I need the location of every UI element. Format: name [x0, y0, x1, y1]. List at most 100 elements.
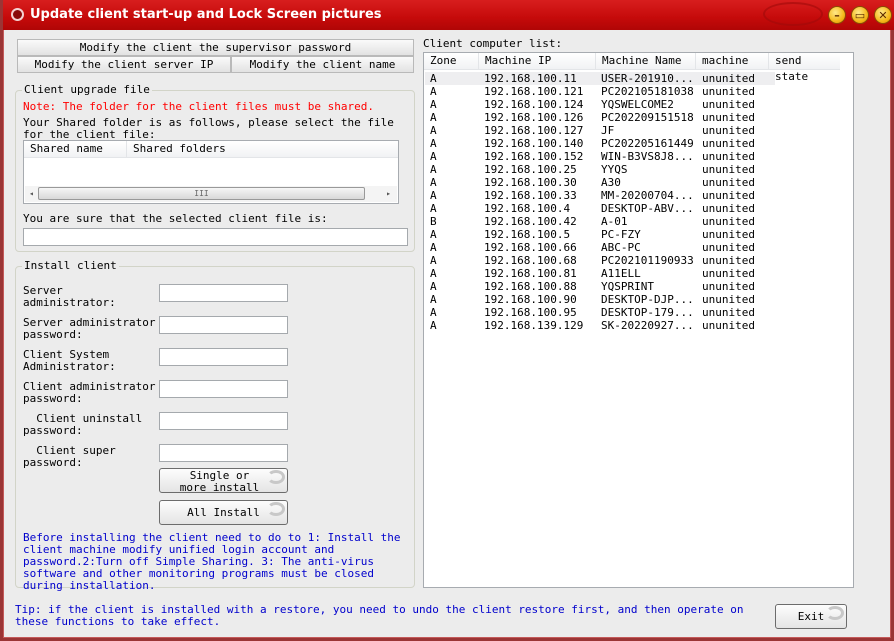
all-install-label: All Install: [187, 506, 260, 519]
tab-modify-client-name[interactable]: Modify the client name: [231, 56, 414, 73]
client-list-row[interactable]: A 192.168.100.81 A11ELL ununited: [425, 267, 775, 280]
cell-machine-ip: 192.168.100.126: [484, 111, 584, 124]
cell-machine-ip: 192.168.100.5: [484, 228, 571, 241]
server-admin-input[interactable]: [159, 284, 288, 302]
cell-machine-ip: 192.168.100.127: [484, 124, 584, 137]
client-super-password-input[interactable]: [159, 444, 288, 462]
cell-zone: A: [430, 176, 437, 189]
client-list-row[interactable]: A 192.168.139.129 SK-20220927... ununited: [425, 319, 775, 332]
column-machine-name[interactable]: Machine Name: [596, 53, 696, 70]
cell-machine-ip: 192.168.100.68: [484, 254, 577, 267]
close-button[interactable]: ✕: [874, 6, 892, 24]
cell-machine-ip: 192.168.100.66: [484, 241, 577, 254]
scroll-right-icon[interactable]: ▸: [386, 189, 391, 198]
client-admin-password-label: Client administrator password:: [23, 380, 156, 405]
maximize-button[interactable]: ▭: [851, 6, 869, 24]
column-shared-folders[interactable]: Shared folders: [127, 141, 398, 158]
client-list-label: Client computer list:: [423, 37, 563, 50]
cell-machine-ip: 192.168.100.42: [484, 215, 577, 228]
cell-zone: A: [430, 319, 437, 332]
client-list-row[interactable]: A 192.168.100.30 A30 ununited: [425, 176, 775, 189]
column-zone[interactable]: Zone: [424, 53, 479, 70]
client-list-row[interactable]: A 192.168.100.11 USER-201910... ununited: [425, 72, 775, 85]
cell-machine-name: PC202101190933: [601, 254, 694, 267]
exit-button[interactable]: Exit: [775, 604, 847, 629]
client-list-row[interactable]: A 192.168.100.66 ABC-PC ununited: [425, 241, 775, 254]
shared-folder-instruction: Your Shared folder is as follows, please…: [23, 116, 394, 141]
cell-zone: A: [430, 189, 437, 202]
shared-folders-hscrollbar[interactable]: ◂ III ▸: [25, 186, 397, 202]
client-list-header: Zone Machine IP Machine Name machine st …: [424, 53, 840, 83]
client-list-row[interactable]: B 192.168.100.42 A-01 ununited: [425, 215, 775, 228]
cell-machine-state: ununited: [702, 319, 755, 332]
scroll-left-icon[interactable]: ◂: [29, 189, 34, 198]
client-list-row[interactable]: A 192.168.100.88 YQSPRINT ununited: [425, 280, 775, 293]
minimize-button[interactable]: –: [828, 6, 846, 24]
cell-machine-state: ununited: [702, 111, 755, 124]
title-bar[interactable]: Update client start-up and Lock Screen p…: [3, 0, 894, 30]
tab-modify-server-ip[interactable]: Modify the client server IP: [17, 56, 231, 73]
client-list-row[interactable]: A 192.168.100.5 PC-FZY ununited: [425, 228, 775, 241]
cell-machine-state: ununited: [702, 176, 755, 189]
column-shared-name[interactable]: Shared name: [24, 141, 127, 158]
button-swirl-icon: [826, 606, 844, 620]
server-admin-password-label: Server administrator password:: [23, 316, 156, 341]
client-list-row[interactable]: A 192.168.100.124 YQSWELCOME2 ununited: [425, 98, 775, 111]
cell-zone: A: [430, 72, 437, 85]
client-system-admin-input[interactable]: [159, 348, 288, 366]
close-icon: ✕: [878, 8, 888, 22]
column-machine-ip[interactable]: Machine IP: [479, 53, 596, 70]
cell-machine-name: A-01: [601, 215, 628, 228]
cell-zone: B: [430, 215, 437, 228]
cell-machine-state: ununited: [702, 215, 755, 228]
server-admin-password-input[interactable]: [159, 316, 288, 334]
cell-machine-name: MM-20200704...: [601, 189, 694, 202]
cell-machine-name: ABC-PC: [601, 241, 641, 254]
cell-machine-state: ununited: [702, 241, 755, 254]
main-window: Update client start-up and Lock Screen p…: [0, 0, 894, 641]
scroll-thumb[interactable]: III: [38, 187, 365, 200]
cell-machine-ip: 192.168.139.129: [484, 319, 584, 332]
client-computer-list[interactable]: Zone Machine IP Machine Name machine st …: [423, 52, 854, 588]
client-list-row[interactable]: A 192.168.100.127 JF ununited: [425, 124, 775, 137]
cell-machine-name: A11ELL: [601, 267, 641, 280]
client-admin-password-input[interactable]: [159, 380, 288, 398]
shared-folders-list[interactable]: Shared name Shared folders ◂ III ▸: [23, 140, 399, 204]
column-machine-state[interactable]: machine st: [696, 53, 769, 83]
client-list-row[interactable]: A 192.168.100.68 PC202101190933 ununited: [425, 254, 775, 267]
cell-zone: A: [430, 280, 437, 293]
client-uninstall-password-label: Client uninstall password:: [23, 412, 149, 437]
cell-machine-state: ununited: [702, 163, 755, 176]
tab-modify-supervisor-password[interactable]: Modify the client the supervisor passwor…: [17, 39, 414, 56]
client-list-row[interactable]: A 192.168.100.121 PC202105181038 ununited: [425, 85, 775, 98]
client-list-row[interactable]: A 192.168.100.33 MM-20200704... ununited: [425, 189, 775, 202]
shared-folder-note: Note: The folder for the client files mu…: [23, 100, 374, 113]
client-uninstall-password-input[interactable]: [159, 412, 288, 430]
cell-machine-state: ununited: [702, 202, 755, 215]
all-install-button[interactable]: All Install: [159, 500, 288, 525]
client-list-row[interactable]: A 192.168.100.126 PC202209151518 ununited: [425, 111, 775, 124]
button-swirl-icon: [267, 470, 285, 484]
client-list-row[interactable]: A 192.168.100.140 PC202205161449 ununited: [425, 137, 775, 150]
cell-machine-ip: 192.168.100.124: [484, 98, 584, 111]
window-title: Update client start-up and Lock Screen p…: [30, 7, 382, 22]
cell-machine-ip: 192.168.100.121: [484, 85, 584, 98]
cell-zone: A: [430, 267, 437, 280]
cell-machine-name: DESKTOP-179...: [601, 306, 694, 319]
client-list-row[interactable]: A 192.168.100.95 DESKTOP-179... ununited: [425, 306, 775, 319]
minimize-icon: –: [834, 8, 840, 22]
selected-file-input[interactable]: [23, 228, 408, 246]
client-list-row[interactable]: A 192.168.100.152 WIN-B3VS8J8... ununited: [425, 150, 775, 163]
cell-machine-ip: 192.168.100.81: [484, 267, 577, 280]
client-list-row[interactable]: A 192.168.100.4 DESKTOP-ABV... ununited: [425, 202, 775, 215]
client-list-row[interactable]: A 192.168.100.25 YYQS ununited: [425, 163, 775, 176]
cell-machine-state: ununited: [702, 293, 755, 306]
cell-zone: A: [430, 254, 437, 267]
single-install-button[interactable]: Single or more install: [159, 468, 288, 493]
cell-machine-name: PC202209151518: [601, 111, 694, 124]
column-send-state[interactable]: send state: [769, 53, 840, 83]
cell-machine-ip: 192.168.100.25: [484, 163, 577, 176]
client-list-row[interactable]: A 192.168.100.90 DESKTOP-DJP... ununited: [425, 293, 775, 306]
cell-zone: A: [430, 163, 437, 176]
cell-machine-name: PC202205161449: [601, 137, 694, 150]
